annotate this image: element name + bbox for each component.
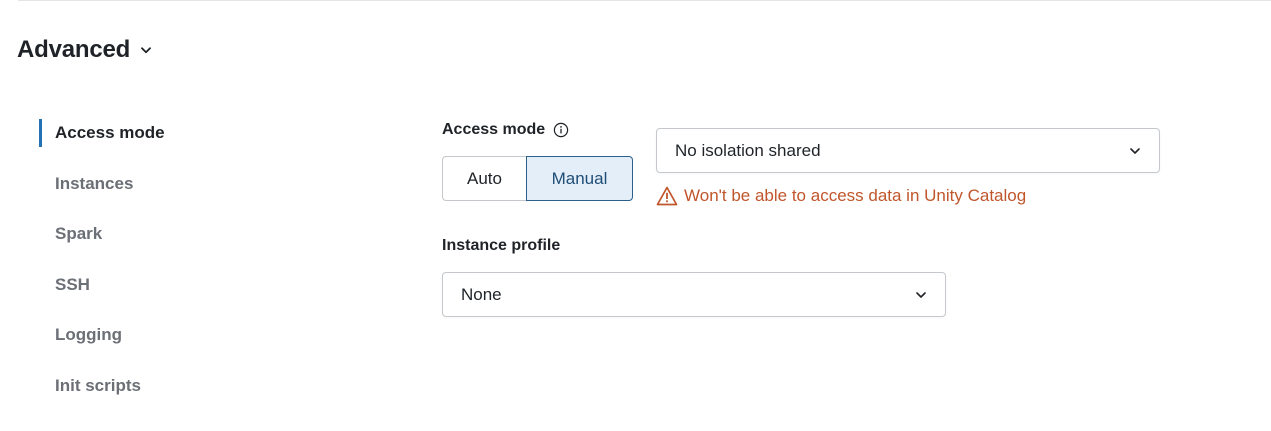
sidebar-item-instances[interactable]: Instances — [39, 169, 239, 199]
sidebar-item-ssh[interactable]: SSH — [39, 270, 239, 300]
sidebar-item-label: SSH — [55, 274, 90, 294]
access-mode-label: Access mode — [442, 121, 546, 138]
instance-profile-select-value: None — [461, 284, 502, 304]
sidebar-item-label: Instances — [55, 173, 134, 193]
access-mode-toggle: Auto Manual — [442, 156, 633, 201]
chevron-down-icon — [915, 289, 927, 301]
sidebar-item-label: Spark — [55, 224, 103, 243]
access-mode-auto-button[interactable]: Auto — [442, 156, 526, 201]
access-mode-label-row: Access mode — [442, 121, 569, 139]
unity-catalog-warning: Won't be able to access data in Unity Ca… — [656, 186, 1026, 206]
sidebar-item-label: Logging — [55, 325, 123, 344]
sidebar-item-label: Access mode — [55, 123, 165, 142]
instance-profile-label-row: Instance profile — [442, 237, 560, 255]
advanced-side-nav: Access mode Instances Spark SSH Logging … — [39, 118, 239, 421]
instance-profile-label: Instance profile — [442, 237, 561, 254]
chevron-down-icon — [140, 44, 152, 56]
access-mode-manual-button[interactable]: Manual — [526, 156, 633, 201]
warning-text: Won't be able to access data in Unity Ca… — [684, 186, 1027, 205]
access-mode-select[interactable]: No isolation shared — [656, 128, 1160, 173]
access-mode-select-value: No isolation shared — [675, 140, 821, 160]
sidebar-item-init-scripts[interactable]: Init scripts — [39, 371, 239, 401]
sidebar-item-logging[interactable]: Logging — [39, 320, 239, 350]
advanced-section-toggle[interactable]: Advanced — [17, 36, 152, 64]
sidebar-item-label: Init scripts — [55, 375, 141, 395]
sidebar-item-spark[interactable]: Spark — [39, 219, 239, 249]
top-divider — [18, 0, 1271, 1]
chevron-down-icon — [1129, 145, 1141, 157]
sidebar-item-access-mode[interactable]: Access mode — [39, 118, 239, 148]
section-title: Advanced — [17, 36, 131, 63]
instance-profile-select[interactable]: None — [442, 272, 946, 317]
warning-triangle-icon — [656, 186, 678, 206]
info-icon[interactable] — [553, 122, 569, 138]
